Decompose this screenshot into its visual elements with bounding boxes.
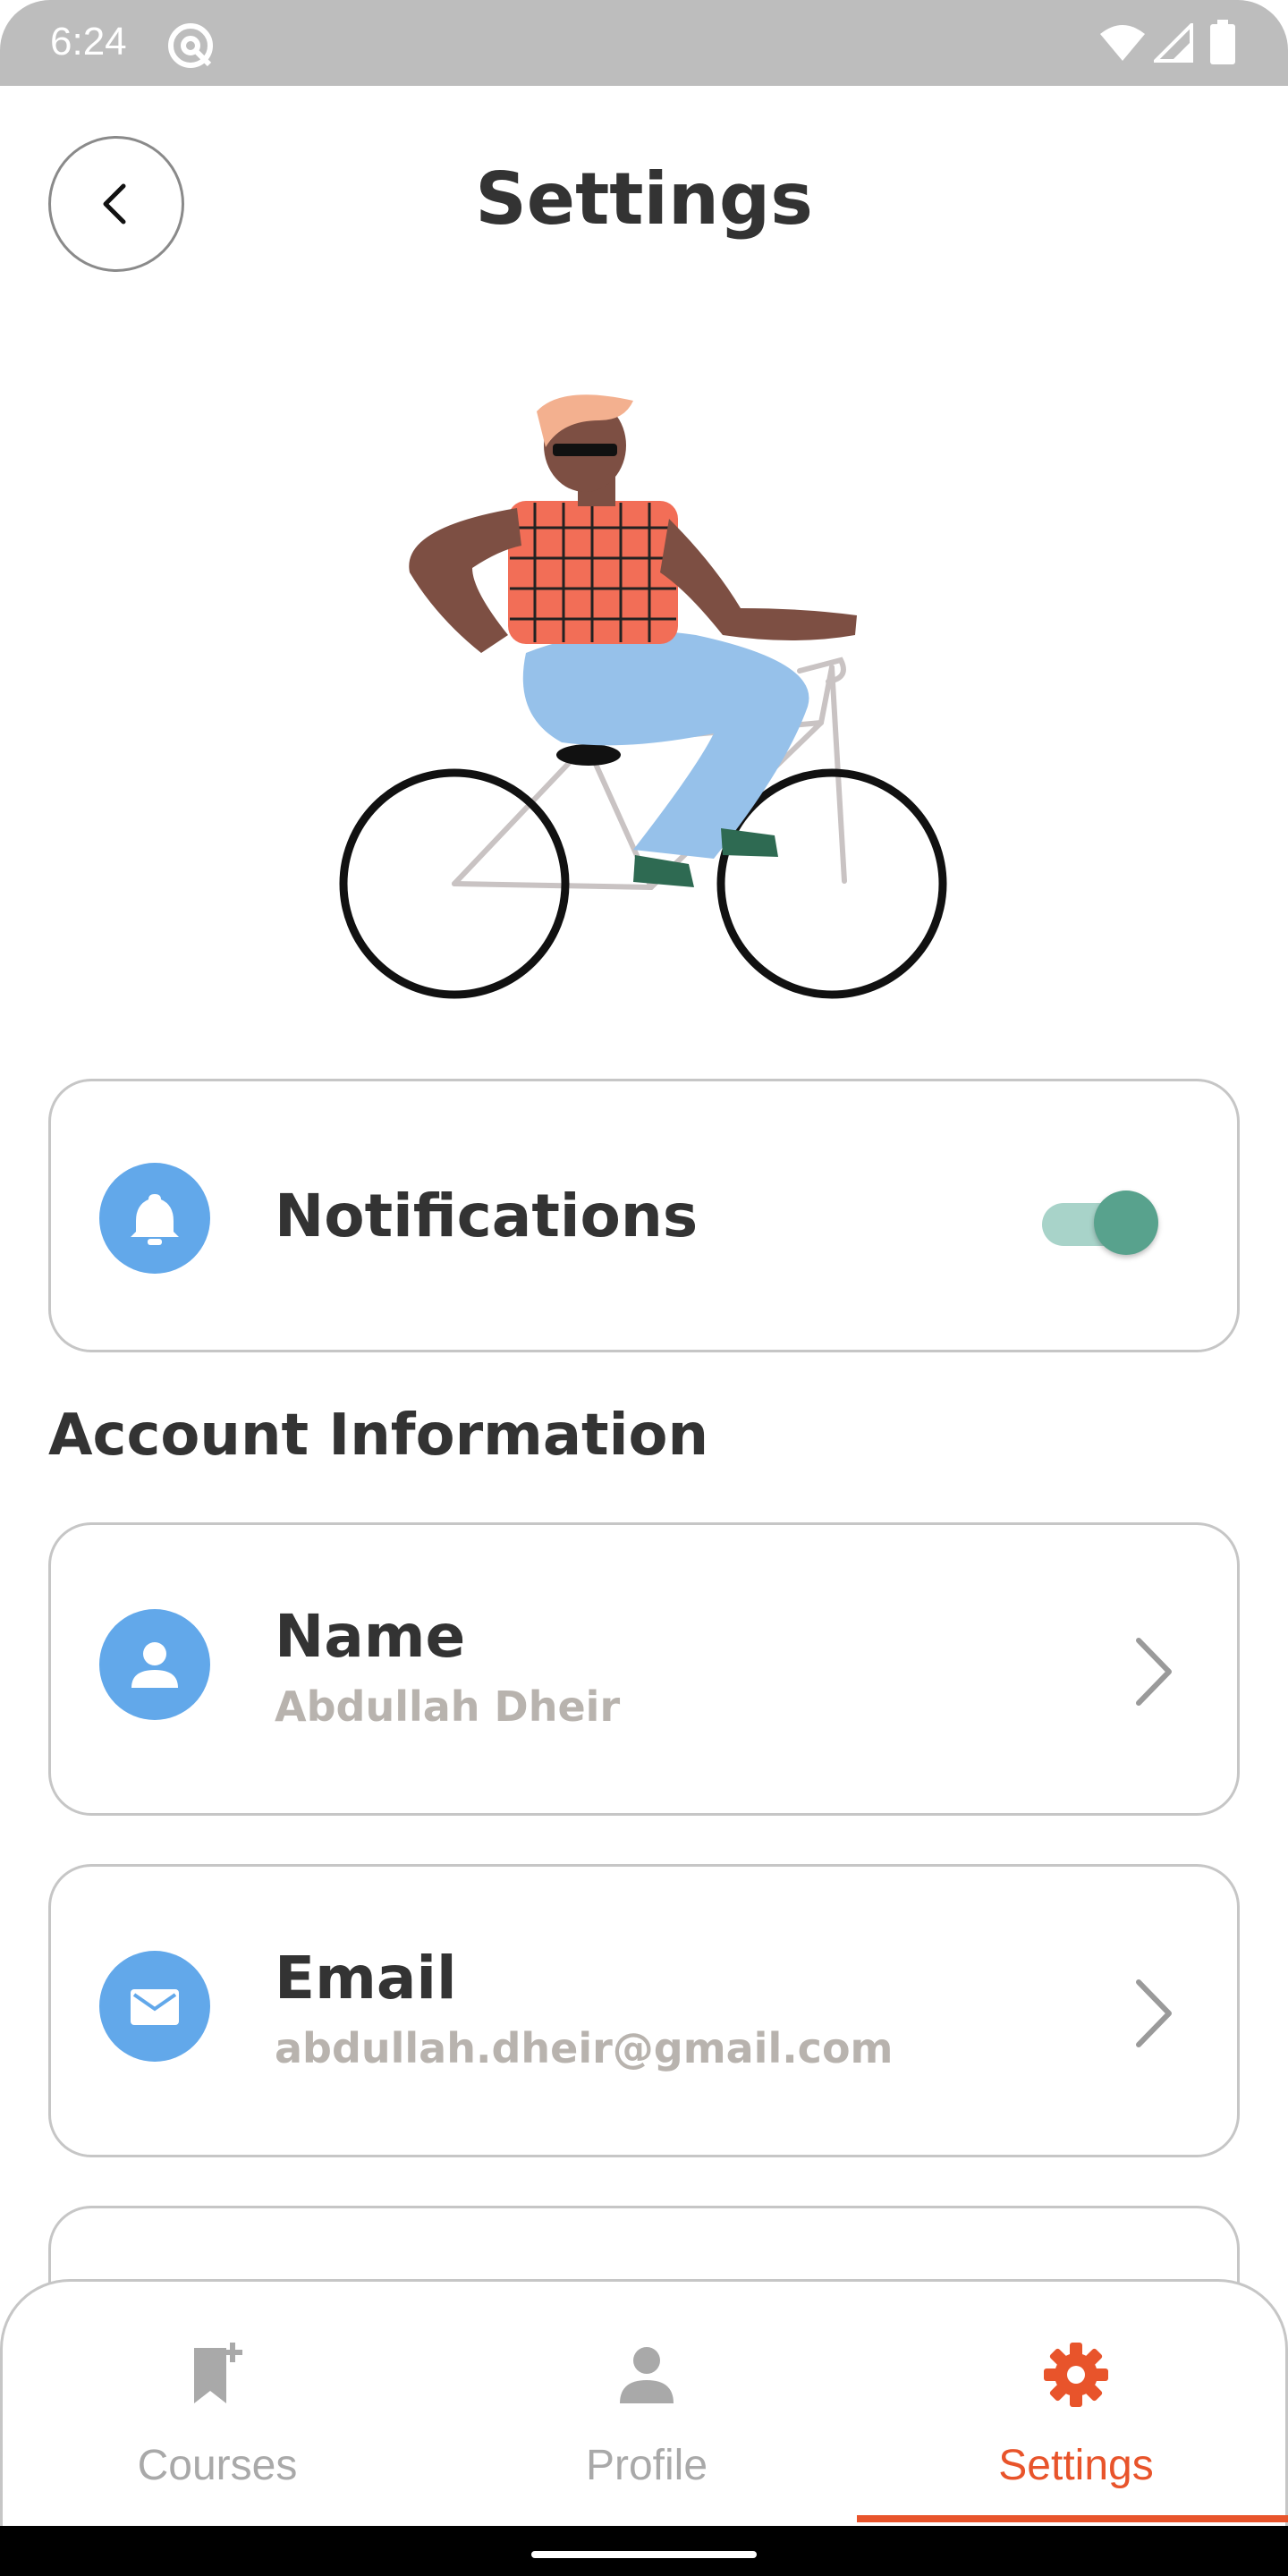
person-icon <box>131 1642 178 1688</box>
person-icon <box>620 2347 674 2403</box>
signal-icon <box>1154 23 1193 63</box>
wifi-icon <box>1100 25 1145 61</box>
gesture-bar <box>0 2526 1288 2576</box>
notifications-icon-circle <box>99 1163 210 1274</box>
mail-icon <box>131 1989 179 2025</box>
email-value: abdullah.dheir@gmail.com <box>275 2024 894 2072</box>
at-sign-icon <box>168 23 213 68</box>
home-handle[interactable] <box>531 2551 757 2558</box>
notifications-card: Notifications <box>48 1079 1240 1352</box>
active-tab-indicator <box>857 2515 1288 2522</box>
bell-icon <box>131 1194 179 1245</box>
cyclist-illustration <box>339 394 947 999</box>
toggle-knob <box>1094 1191 1158 1255</box>
gear-icon <box>1044 2343 1108 2407</box>
email-icon-circle <box>99 1951 210 2062</box>
status-time: 6:24 <box>50 20 127 64</box>
nav-profile[interactable]: Profile <box>432 2282 861 2529</box>
bottom-navigation: Courses Profile Settings <box>0 2279 1288 2526</box>
nav-courses[interactable]: Courses <box>3 2282 432 2529</box>
battery-icon <box>1210 20 1235 64</box>
name-value: Abdullah Dheir <box>275 1682 621 1731</box>
nav-profile-label: Profile <box>585 2442 708 2489</box>
chevron-right-icon <box>1136 1979 1172 2047</box>
notifications-toggle[interactable] <box>1042 1187 1158 1255</box>
name-card[interactable]: Name Abdullah Dheir <box>48 1522 1240 1816</box>
account-section-title: Account Information <box>48 1402 709 1469</box>
notifications-label: Notifications <box>275 1182 699 1250</box>
nav-settings-label: Settings <box>998 2442 1154 2489</box>
email-card[interactable]: Email abdullah.dheir@gmail.com <box>48 1864 1240 2157</box>
email-title: Email <box>275 1944 457 2012</box>
nav-courses-label: Courses <box>137 2442 298 2489</box>
status-bar: 6:24 <box>0 0 1288 86</box>
name-icon-circle <box>99 1609 210 1720</box>
chevron-right-icon <box>1136 1638 1172 1706</box>
page-title: Settings <box>475 157 813 241</box>
nav-settings[interactable]: Settings <box>861 2282 1288 2529</box>
bookmark-add-icon <box>194 2343 242 2403</box>
name-title: Name <box>275 1602 466 1671</box>
